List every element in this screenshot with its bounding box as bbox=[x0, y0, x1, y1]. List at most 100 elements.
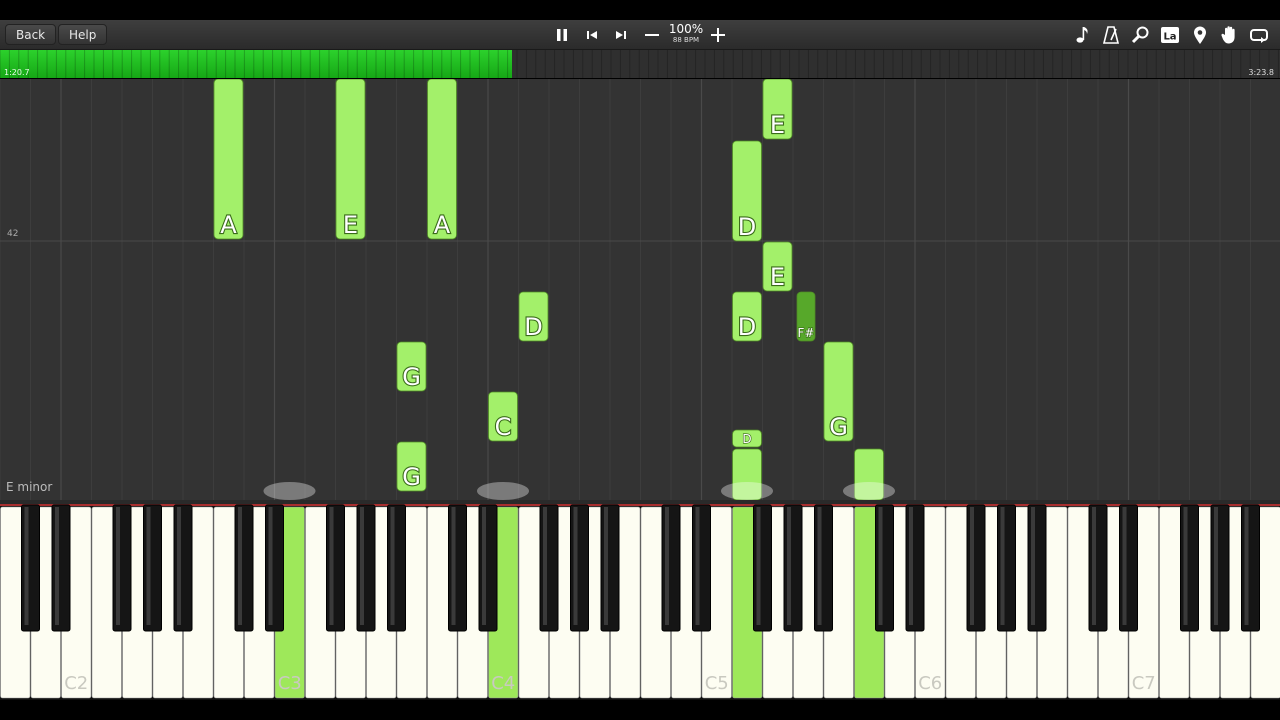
note-letter: A bbox=[434, 211, 451, 239]
black-key-shine bbox=[1000, 507, 1005, 625]
note-letter: G bbox=[402, 363, 421, 391]
falling-note: D bbox=[732, 140, 762, 242]
octave-label: C5 bbox=[705, 673, 729, 694]
falling-note: G bbox=[396, 441, 427, 492]
black-key[interactable] bbox=[905, 504, 925, 632]
black-key-shine bbox=[665, 507, 669, 625]
black-key-shine bbox=[1183, 507, 1188, 625]
piano-keyboard-canvas: C2 C3 C4 C5 C6 C7 bbox=[0, 500, 1280, 700]
help-button[interactable]: Help bbox=[58, 24, 108, 45]
note-letter: G bbox=[402, 463, 421, 491]
black-key-shine bbox=[1092, 507, 1096, 625]
metronome-icon[interactable] bbox=[1100, 24, 1122, 46]
key-glow bbox=[263, 482, 316, 500]
skip-forward-icon[interactable] bbox=[610, 24, 632, 46]
hand-icon[interactable] bbox=[1219, 24, 1241, 46]
note-letter: D bbox=[738, 313, 756, 341]
black-key[interactable] bbox=[539, 504, 559, 632]
pause-icon[interactable] bbox=[551, 24, 573, 46]
black-key-shine bbox=[787, 507, 791, 625]
black-key-shine bbox=[360, 507, 364, 625]
note-roll: A E A G G D C E D E D F# G D 42 E minor bbox=[0, 79, 1280, 500]
falling-note: D bbox=[518, 291, 549, 342]
black-key-shine bbox=[482, 507, 486, 625]
magnifier-icon[interactable] bbox=[1130, 24, 1152, 46]
key-signature: E minor bbox=[6, 480, 53, 494]
black-key[interactable] bbox=[387, 504, 406, 632]
progress-ticks bbox=[0, 50, 1279, 78]
black-key[interactable] bbox=[51, 504, 71, 632]
key-glow bbox=[477, 482, 529, 500]
loop-icon[interactable] bbox=[1248, 24, 1270, 46]
note-letter: D bbox=[742, 432, 751, 446]
note-letter: E bbox=[770, 111, 785, 139]
black-key[interactable] bbox=[600, 504, 620, 632]
black-key[interactable] bbox=[753, 504, 772, 632]
skip-back-icon[interactable] bbox=[581, 24, 603, 46]
note-letter: D bbox=[738, 213, 756, 241]
black-key-shine bbox=[238, 507, 242, 625]
black-key-shine bbox=[878, 507, 883, 625]
black-key[interactable] bbox=[1210, 504, 1230, 632]
note-roll-canvas: A E AGGDCEDED F#GD bbox=[0, 79, 1280, 500]
back-button[interactable]: Back bbox=[5, 24, 57, 45]
black-key[interactable] bbox=[570, 504, 589, 632]
black-key-shine bbox=[1244, 507, 1249, 625]
label-icon[interactable]: La bbox=[1159, 24, 1181, 46]
black-key[interactable] bbox=[875, 504, 894, 632]
black-key-shine bbox=[756, 507, 761, 625]
black-key[interactable] bbox=[234, 504, 254, 632]
black-key[interactable] bbox=[997, 504, 1016, 632]
piano-keyboard[interactable]: C2 C3 C4 C5 C6 C7 bbox=[0, 500, 1280, 700]
black-key[interactable] bbox=[783, 504, 803, 632]
toolbar: Back Help 100% 88 BPM La bbox=[0, 20, 1280, 50]
location-pin-icon[interactable] bbox=[1189, 24, 1211, 46]
black-key-shine bbox=[1122, 507, 1127, 625]
falling-note: G bbox=[823, 341, 854, 442]
black-key[interactable] bbox=[356, 504, 376, 632]
falling-note: A bbox=[213, 79, 244, 240]
black-key[interactable] bbox=[692, 504, 711, 632]
black-key-shine bbox=[268, 507, 273, 625]
black-key[interactable] bbox=[1027, 504, 1047, 632]
speed-percent: 100% bbox=[668, 22, 704, 36]
black-key-shine bbox=[329, 507, 334, 625]
note-icon[interactable] bbox=[1071, 24, 1093, 46]
black-key[interactable] bbox=[265, 504, 284, 632]
key-glow bbox=[721, 482, 773, 500]
octave-label: C2 bbox=[64, 673, 88, 694]
black-key[interactable] bbox=[1088, 504, 1108, 632]
note-letter: E bbox=[770, 263, 785, 291]
black-key-shine bbox=[970, 507, 974, 625]
black-key[interactable] bbox=[966, 504, 986, 632]
bottom-bar bbox=[0, 700, 1280, 720]
falling-note: F# bbox=[796, 291, 816, 342]
black-key-shine bbox=[817, 507, 822, 625]
black-key[interactable] bbox=[814, 504, 833, 632]
progress-bar[interactable]: 1:20.7 3:23.8 bbox=[0, 50, 1280, 78]
black-key-shine bbox=[1214, 507, 1218, 625]
falling-note: C bbox=[488, 391, 518, 442]
black-key-shine bbox=[390, 507, 395, 625]
black-key[interactable] bbox=[21, 504, 40, 632]
key-glow bbox=[843, 482, 895, 500]
speed-indicator: 100% 88 BPM bbox=[667, 23, 705, 45]
note-letter: A bbox=[220, 211, 237, 239]
black-key[interactable] bbox=[1119, 504, 1138, 632]
black-key[interactable] bbox=[1180, 504, 1199, 632]
black-key[interactable] bbox=[448, 504, 467, 632]
black-key[interactable] bbox=[143, 504, 162, 632]
black-key[interactable] bbox=[478, 504, 498, 632]
octave-label: C4 bbox=[491, 673, 515, 694]
note-letter: E bbox=[343, 211, 358, 239]
current-time: 1:20.7 bbox=[4, 68, 30, 77]
black-key[interactable] bbox=[173, 504, 193, 632]
plus-icon[interactable] bbox=[707, 24, 729, 46]
minus-icon[interactable] bbox=[641, 24, 663, 46]
black-key[interactable] bbox=[112, 504, 132, 632]
black-key[interactable] bbox=[326, 504, 345, 632]
black-key[interactable] bbox=[661, 504, 681, 632]
note-letter: F# bbox=[798, 326, 815, 340]
black-key-shine bbox=[695, 507, 700, 625]
black-key[interactable] bbox=[1241, 504, 1260, 632]
